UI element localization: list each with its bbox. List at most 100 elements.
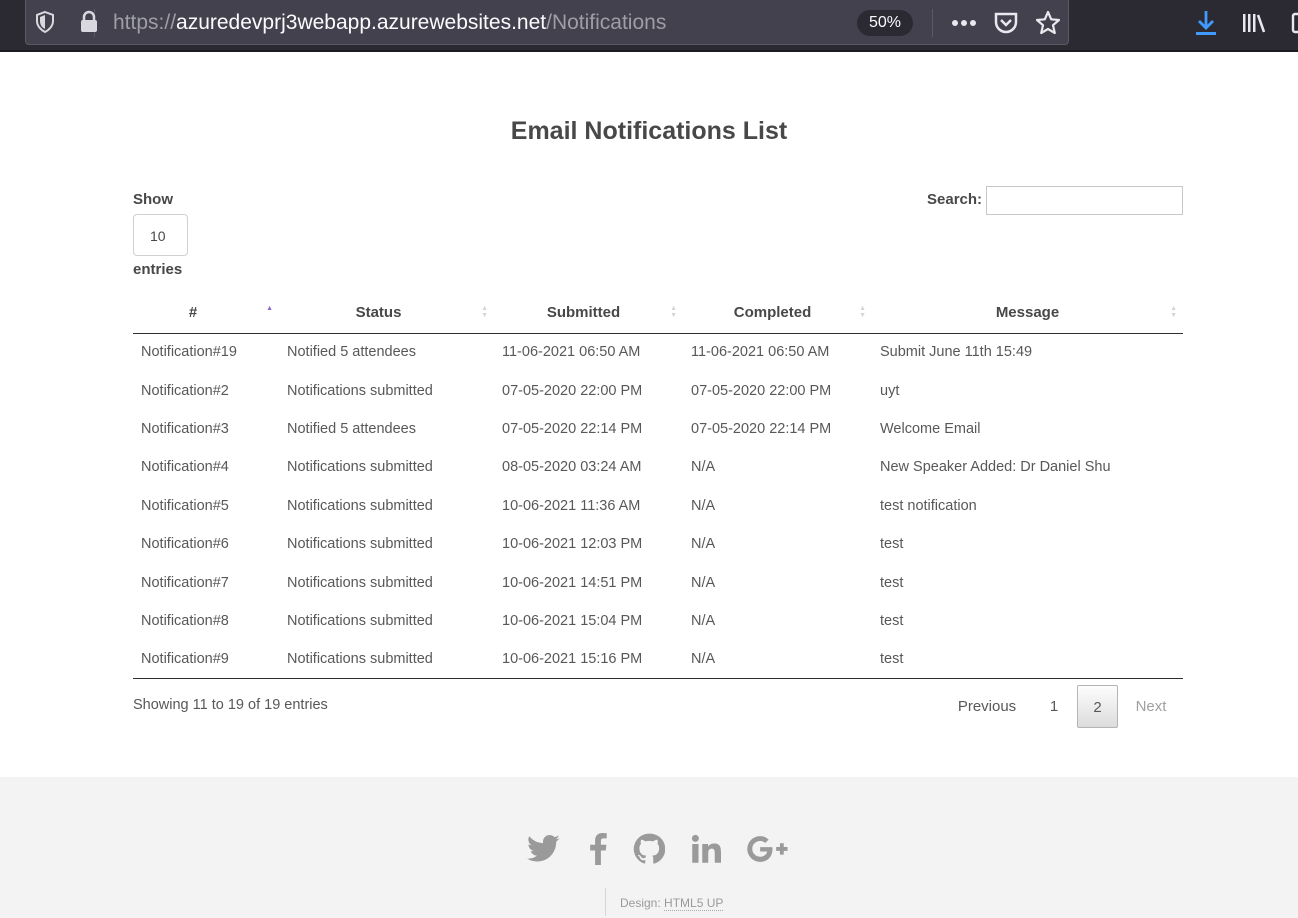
cell-number: Notification#6 xyxy=(141,536,229,553)
pagination-previous-button[interactable]: Previous xyxy=(950,685,1024,728)
cell-completed: N/A xyxy=(691,612,716,629)
twitter-icon[interactable] xyxy=(526,831,562,867)
cell-status: Notifications submitted xyxy=(279,640,494,680)
cell-completed: N/A xyxy=(691,497,716,514)
table-row: Notification#9 Notifications submitted 1… xyxy=(133,640,1183,680)
cell-status: Notifications submitted xyxy=(287,536,433,553)
cell-status: Notified 5 attendees xyxy=(287,420,416,437)
sort-both-icon: ▲ ▼ xyxy=(859,305,866,319)
footer-divider xyxy=(605,888,606,916)
browser-toolbar: https://azuredevprj3webapp.azurewebsites… xyxy=(0,0,1298,52)
github-icon[interactable] xyxy=(631,831,667,867)
column-header-label: Submitted xyxy=(546,304,621,322)
page-length-select[interactable]: 10 xyxy=(133,214,188,256)
search-label: Search: xyxy=(927,191,983,208)
table-row: Notification#6 Notifications submitted 1… xyxy=(133,525,1183,563)
cell-status: Notifications submitted xyxy=(287,459,433,476)
cell-completed: 07-05-2020 22:00 PM xyxy=(691,382,832,399)
sort-both-icon: ▲ ▼ xyxy=(481,305,488,319)
column-header-status[interactable]: Status ▲ ▼ xyxy=(279,293,494,334)
sort-both-icon: ▲ ▼ xyxy=(1170,305,1177,319)
credit-label: Design: xyxy=(620,896,661,910)
tracking-protection-shield-icon[interactable] xyxy=(34,10,56,34)
address-bar[interactable]: https://azuredevprj3webapp.azurewebsites… xyxy=(25,0,1069,45)
page-footer: Design: HTML5 UP xyxy=(0,777,1298,918)
bookmark-star-icon[interactable] xyxy=(1034,9,1062,37)
cell-number: Notification#19 xyxy=(141,344,237,361)
facebook-icon[interactable] xyxy=(580,831,616,867)
column-header-label: Completed xyxy=(733,304,812,322)
pagination-page-2-button[interactable]: 2 xyxy=(1077,685,1118,728)
cell-submitted: 10-06-2021 15:04 PM xyxy=(502,612,643,629)
cell-number: Notification#9 xyxy=(133,640,279,680)
url-scheme: https:// xyxy=(113,11,177,34)
cell-status: Notifications submitted xyxy=(287,382,433,399)
notifications-table: # ▲ Status ▲ ▼ Submitted ▲ ▼ Completed ▲ ▼ Mess… xyxy=(133,293,1183,680)
table-header-row: # ▲ Status ▲ ▼ Submitted ▲ ▼ Completed ▲ ▼ Mess… xyxy=(133,293,1183,334)
cell-number: Notification#5 xyxy=(141,497,229,514)
cell-completed: N/A xyxy=(691,574,716,591)
cell-number: Notification#2 xyxy=(141,382,229,399)
table-row: Notification#8 Notifications submitted 1… xyxy=(133,602,1183,640)
cell-number: Notification#7 xyxy=(141,574,229,591)
page-title: Email Notifications List xyxy=(510,117,788,145)
cell-completed: N/A xyxy=(691,459,716,476)
library-icon[interactable] xyxy=(1240,9,1268,37)
column-header-label: # xyxy=(188,304,198,322)
cell-completed: 11-06-2021 06:50 AM xyxy=(691,344,830,361)
zoom-level-button[interactable]: 50% xyxy=(857,10,913,36)
cell-submitted: 07-05-2020 22:00 PM xyxy=(502,382,643,399)
page-actions-divider xyxy=(932,9,933,37)
html5up-link[interactable]: HTML5 UP xyxy=(664,896,724,911)
cell-message: Submit June 11th 15:49 xyxy=(880,344,1033,361)
cell-message: test xyxy=(880,536,904,553)
cell-message: test xyxy=(880,574,904,591)
table-row: Notification#5 Notifications submitted 1… xyxy=(133,487,1183,525)
cell-submitted: 07-05-2020 22:14 PM xyxy=(502,420,643,437)
more-actions-icon[interactable] xyxy=(950,9,978,37)
downloads-icon[interactable] xyxy=(1192,9,1220,37)
table-row: Notification#2 Notifications submitted 0… xyxy=(133,371,1183,409)
table-row: Notification#19 Notified 5 attendees 11-… xyxy=(133,333,1183,371)
column-header-completed[interactable]: Completed ▲ ▼ xyxy=(683,293,872,334)
cell-submitted: 10-06-2021 15:16 PM xyxy=(494,640,683,680)
lock-icon[interactable] xyxy=(78,10,100,34)
column-header-label: Message xyxy=(995,304,1060,322)
linkedin-icon[interactable] xyxy=(688,831,724,867)
cell-completed: 07-05-2020 22:14 PM xyxy=(691,420,832,437)
sort-both-icon: ▲ ▼ xyxy=(670,305,677,319)
cell-submitted: 10-06-2021 12:03 PM xyxy=(502,536,643,553)
pagination-next-button[interactable]: Next xyxy=(1128,685,1174,728)
show-label: Show xyxy=(133,191,173,208)
pagination-page-1-button[interactable]: 1 xyxy=(1036,685,1072,728)
cell-submitted: 08-05-2020 03:24 AM xyxy=(502,459,642,476)
cell-message: test xyxy=(880,612,904,629)
cell-submitted: 11-06-2021 06:50 AM xyxy=(502,344,641,361)
table-row: Notification#7 Notifications submitted 1… xyxy=(133,563,1183,601)
column-header-number[interactable]: # ▲ xyxy=(133,293,279,334)
table-row: Notification#3 Notified 5 attendees 07-0… xyxy=(133,410,1183,448)
google-plus-icon[interactable] xyxy=(746,831,790,867)
sort-ascending-icon: ▲ xyxy=(266,305,273,312)
url-path: /Notifications xyxy=(546,11,667,34)
cell-message: uyt xyxy=(880,382,900,399)
column-header-message[interactable]: Message ▲ ▼ xyxy=(872,293,1183,334)
cell-submitted: 10-06-2021 11:36 AM xyxy=(502,497,641,514)
search-input[interactable] xyxy=(986,186,1183,215)
cell-status: Notified 5 attendees xyxy=(287,344,416,361)
cell-status: Notifications submitted xyxy=(287,574,433,591)
url-text[interactable]: https://azuredevprj3webapp.azurewebsites… xyxy=(113,9,666,37)
cell-message: test xyxy=(872,640,1183,680)
column-header-submitted[interactable]: Submitted ▲ ▼ xyxy=(494,293,683,334)
cell-completed: N/A xyxy=(691,536,716,553)
cell-message: Welcome Email xyxy=(880,420,981,437)
entries-label: entries xyxy=(133,261,183,278)
cell-message: New Speaker Added: Dr Daniel Shu xyxy=(880,459,1111,476)
url-host: azuredevprj3webapp.azurewebsites.net xyxy=(176,11,547,34)
cell-status: Notifications submitted xyxy=(287,612,433,629)
sidebar-toggle-icon[interactable] xyxy=(1284,9,1298,37)
pocket-icon[interactable] xyxy=(992,9,1020,37)
cell-completed: N/A xyxy=(683,640,872,680)
cell-number: Notification#3 xyxy=(141,420,229,437)
cell-number: Notification#8 xyxy=(141,612,229,629)
